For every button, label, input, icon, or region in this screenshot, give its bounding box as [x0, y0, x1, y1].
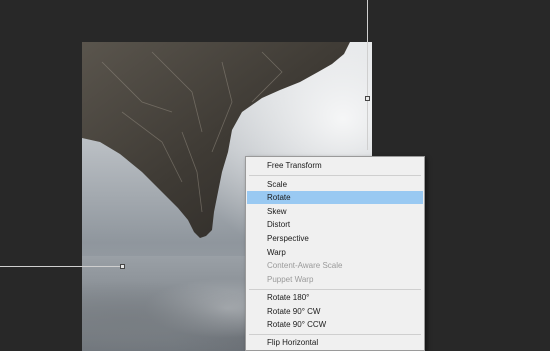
menu-item-flip-horizontal[interactable]: Flip Horizontal [247, 336, 423, 349]
menu-item-puppet-warp: Puppet Warp [267, 275, 314, 284]
vertical-guide[interactable] [367, 0, 368, 150]
horizontal-guide[interactable] [0, 266, 124, 267]
transform-handle-right[interactable] [365, 96, 370, 101]
menu-item-rotate-90-cw[interactable]: Rotate 90° CW [247, 305, 423, 318]
menu-item-rotate[interactable]: Rotate [247, 191, 423, 204]
menu-item-rotate-90-ccw[interactable]: Rotate 90° CCW [247, 318, 423, 331]
menu-separator [249, 334, 421, 335]
menu-separator [249, 175, 421, 176]
transform-context-menu: Free Transform Scale Rotate Skew Distort… [245, 156, 425, 351]
menu-item-free-transform[interactable]: Free Transform [247, 159, 423, 172]
menu-item-scale[interactable]: Scale [247, 178, 423, 191]
menu-item-skew[interactable]: Skew [247, 205, 423, 218]
menu-item-distort[interactable]: Distort [247, 218, 423, 231]
menu-item-rotate-180[interactable]: Rotate 180° [247, 291, 423, 304]
transform-handle-bottom-left[interactable] [120, 264, 125, 269]
menu-item-perspective[interactable]: Perspective [247, 232, 423, 245]
menu-item-content-aware-scale: Content-Aware Scale [267, 261, 343, 270]
menu-separator [249, 289, 421, 290]
menu-item-warp[interactable]: Warp [247, 246, 423, 259]
